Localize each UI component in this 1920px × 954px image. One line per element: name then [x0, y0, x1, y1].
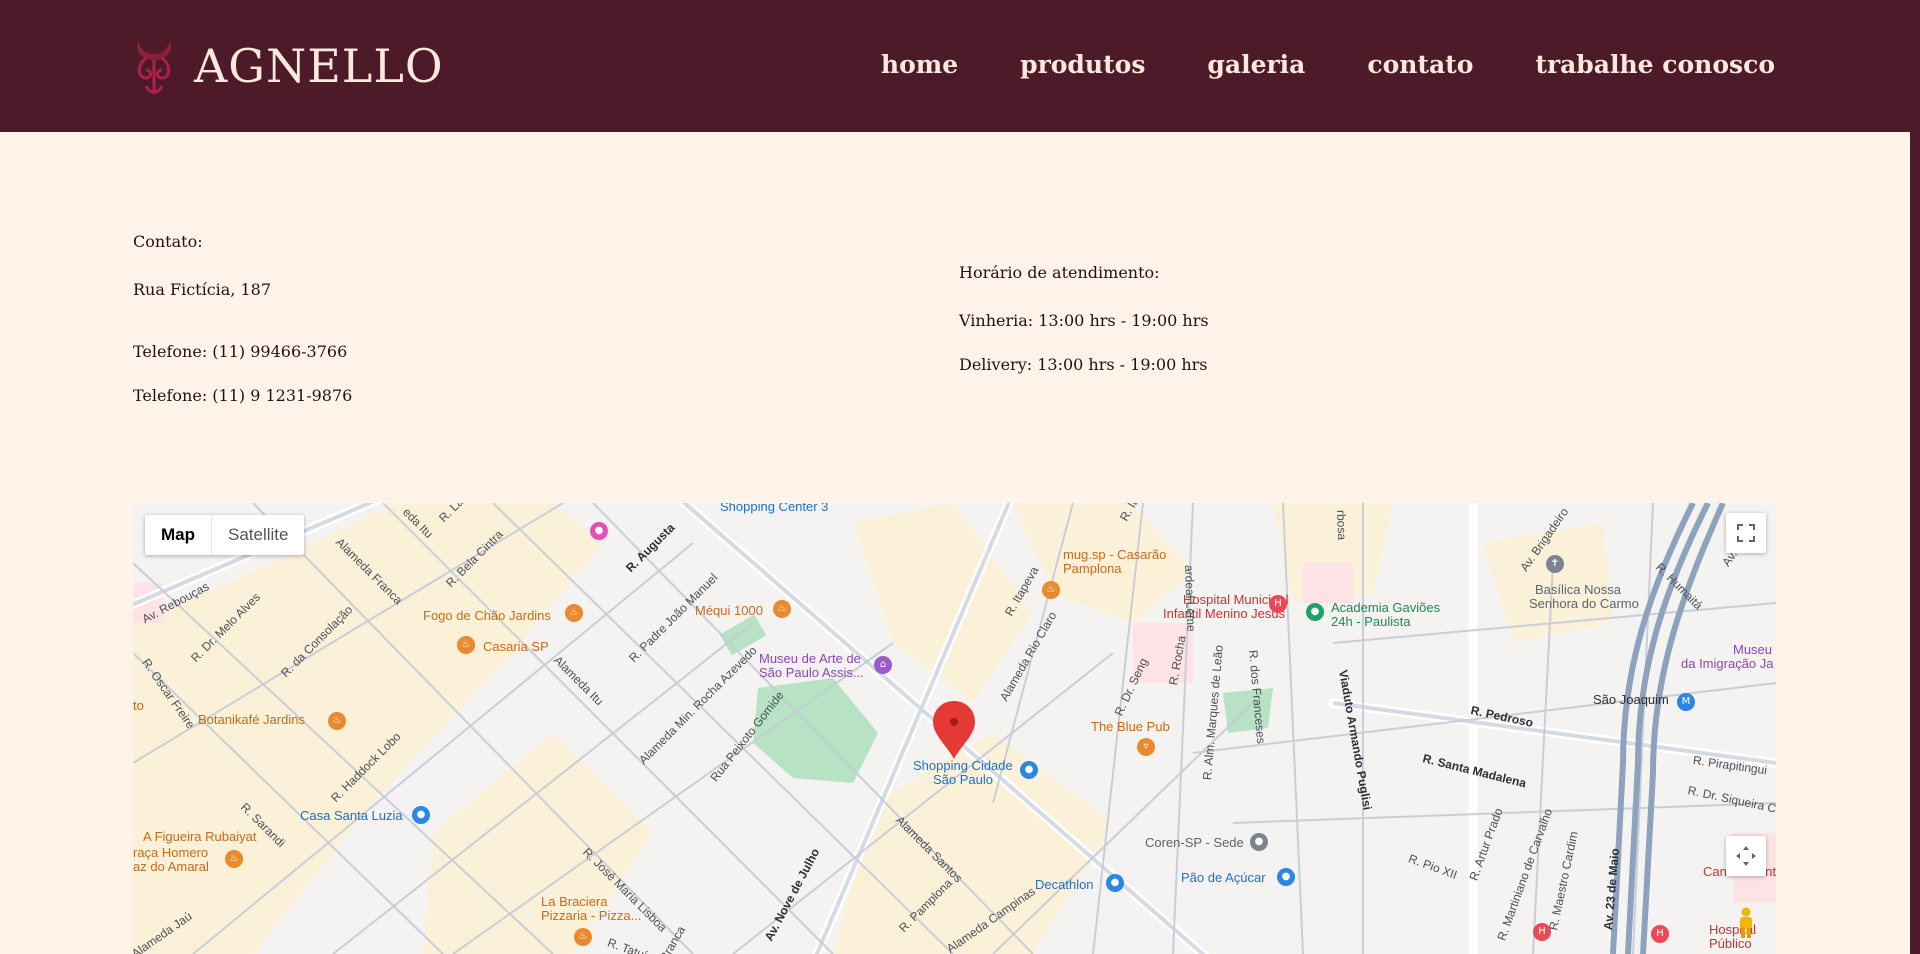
nav-trabalhe-conosco[interactable]: trabalhe conosco	[1535, 46, 1775, 84]
place-label[interactable]: Fogo de Chão Jardins	[423, 609, 551, 622]
bed-icon[interactable]: ●	[590, 522, 608, 540]
nav-contato[interactable]: contato	[1367, 46, 1473, 84]
shopping-icon[interactable]: ●	[1020, 761, 1038, 779]
contact-address: Rua Fictícia, 187	[133, 280, 272, 299]
camera-control-button[interactable]	[1726, 836, 1766, 876]
shopping-icon[interactable]: ●	[1106, 874, 1124, 892]
hours-wine: Vinheria: 13:00 hrs - 19:00 hrs	[959, 311, 1209, 330]
place-label[interactable]: São Paulo Assis...	[759, 666, 864, 679]
restaurant-icon[interactable]: ♨	[565, 604, 583, 622]
place-label[interactable]: Infantil Menino Jesus	[1163, 607, 1285, 620]
brand-name[interactable]: AGNELLO	[194, 36, 444, 96]
place-label[interactable]: Senhora do Carmo	[1529, 597, 1639, 610]
site-header: AGNELLO home produtos galeria contato tr…	[0, 0, 1910, 132]
place-label[interactable]: Basílica Nossa	[1535, 583, 1621, 596]
place-label[interactable]: to	[133, 699, 144, 712]
restaurant-icon[interactable]: ♨	[457, 636, 475, 654]
place-label[interactable]: Shopping Cidade	[913, 759, 1013, 772]
place-label[interactable]: Casaria SP	[483, 640, 549, 653]
fullscreen-button[interactable]	[1726, 513, 1766, 553]
restaurant-icon[interactable]: ♨	[225, 850, 243, 868]
gym-icon[interactable]: ●	[1306, 603, 1324, 621]
hours-delivery: Delivery: 13:00 hrs - 19:00 hrs	[959, 355, 1208, 374]
nav-galeria[interactable]: galeria	[1207, 46, 1305, 84]
metro-icon[interactable]: M	[1677, 693, 1695, 711]
restaurant-icon[interactable]: ♨	[773, 600, 791, 618]
logo-icon[interactable]	[132, 36, 176, 96]
place-label[interactable]: Pão de Açúcar	[1181, 871, 1266, 884]
place-label[interactable]: Botanikafé Jardins	[198, 713, 305, 726]
hours-heading: Horário de atendimento:	[959, 263, 1160, 282]
cart-icon[interactable]: ●	[412, 806, 430, 824]
main-nav: home produtos galeria contato trabalhe c…	[881, 46, 1775, 84]
place-label[interactable]: Academia Gaviões	[1331, 601, 1440, 614]
place-label[interactable]: São Paulo	[933, 773, 993, 786]
fullscreen-icon	[1737, 524, 1755, 542]
contact-phone-1: Telefone: (11) 99466-3766	[133, 342, 348, 361]
nav-home[interactable]: home	[881, 46, 958, 84]
restaurant-icon[interactable]: ♨	[574, 928, 592, 946]
nav-produtos[interactable]: produtos	[1020, 46, 1145, 84]
place-label[interactable]: Pamplona	[1063, 562, 1122, 575]
pegman-icon	[1740, 907, 1752, 938]
street-label: rbosa	[1334, 509, 1350, 541]
building-icon[interactable]: ●	[1250, 833, 1268, 851]
street-label: ardeal Leme	[1182, 564, 1199, 632]
place-label[interactable]: The Blue Pub	[1091, 720, 1170, 733]
map-tab[interactable]: Map	[145, 515, 211, 555]
street-view-button[interactable]	[1726, 903, 1766, 943]
hospital-icon[interactable]: H	[1651, 925, 1669, 943]
place-label[interactable]: az do Amaral	[133, 860, 209, 873]
place-label[interactable]: Pizzaria - Pizza...	[541, 909, 641, 922]
restaurant-icon[interactable]: ♨	[328, 712, 346, 730]
place-label[interactable]: Coren-SP - Sede	[1145, 836, 1244, 849]
bar-icon[interactable]: ▿	[1137, 738, 1155, 756]
place-label[interactable]: Museu de Arte de	[759, 652, 861, 665]
cart-icon[interactable]: ●	[1277, 868, 1295, 886]
museum-icon[interactable]: ⌂	[874, 656, 892, 674]
move-arrows-icon	[1736, 846, 1756, 866]
place-label[interactable]: Shopping Center 3	[720, 503, 828, 513]
map-type-control: Map Satellite	[145, 515, 305, 555]
place-label[interactable]: mug.sp - Casarão	[1063, 548, 1166, 561]
hospital-icon[interactable]: H	[1269, 595, 1287, 613]
place-label[interactable]: Decathlon	[1035, 878, 1094, 891]
place-label[interactable]: São Joaquim	[1593, 693, 1669, 706]
place-label[interactable]: 24h - Paulista	[1331, 615, 1411, 628]
satellite-tab[interactable]: Satellite	[211, 515, 304, 555]
contact-phone-2: Telefone: (11) 9 1231-9876	[133, 386, 353, 405]
restaurant-icon[interactable]: ♨	[1042, 581, 1060, 599]
google-map[interactable]: Shopping Center 3 mug.sp - Casarão Pampl…	[133, 503, 1776, 954]
contact-heading: Contato:	[133, 232, 203, 251]
church-icon[interactable]: ✝	[1546, 555, 1564, 573]
place-label[interactable]: Casa Santa Luzia	[300, 809, 403, 822]
place-label[interactable]: raça Homero	[133, 846, 208, 859]
place-label[interactable]: A Figueira Rubaiyat	[143, 830, 256, 843]
scrollbar[interactable]	[1910, 0, 1920, 954]
place-label[interactable]: La Braciera	[541, 895, 607, 908]
place-label[interactable]: da Imigração Ja	[1681, 657, 1774, 670]
place-label[interactable]: Méqui 1000	[695, 604, 763, 617]
place-label[interactable]: Museu	[1733, 643, 1772, 656]
